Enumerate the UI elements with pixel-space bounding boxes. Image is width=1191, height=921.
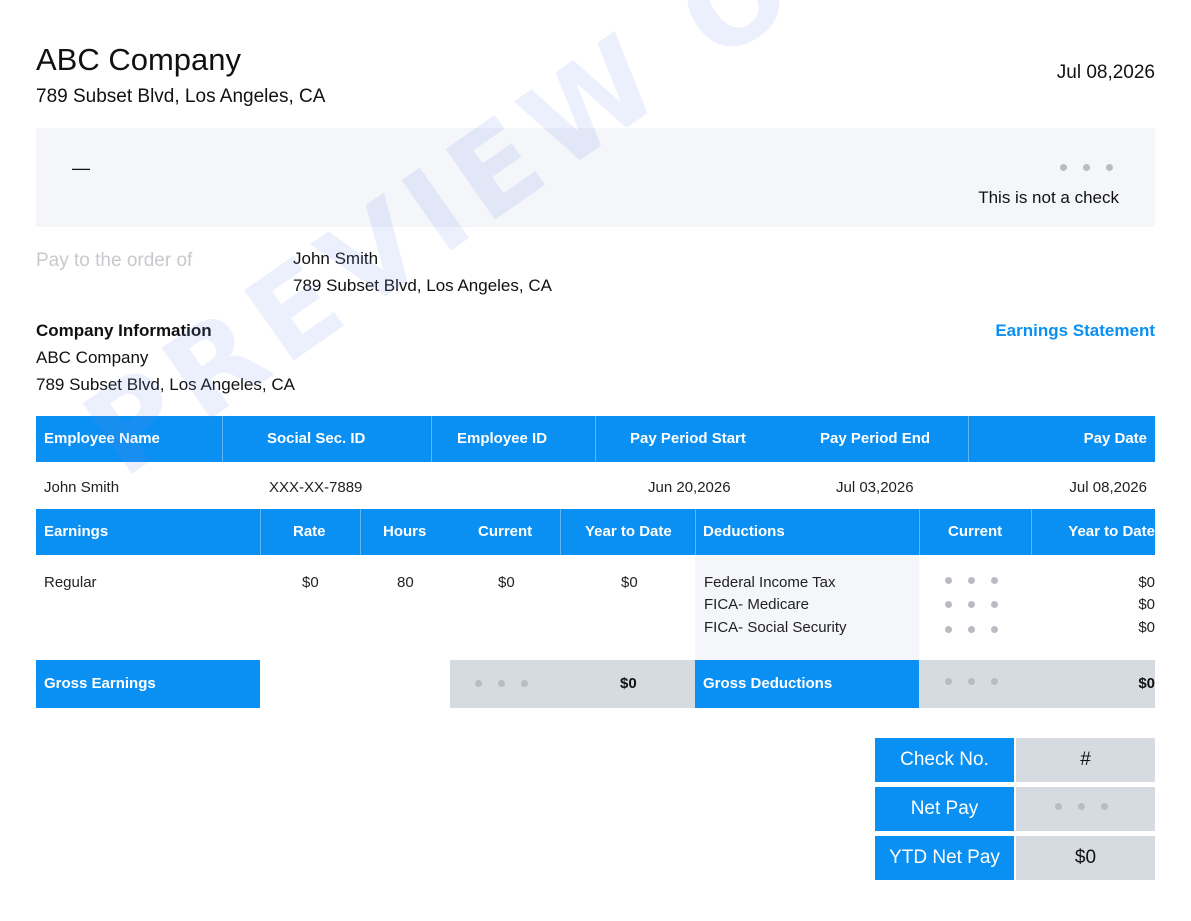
payee-name: John Smith: [293, 249, 379, 268]
check-dash: —: [72, 158, 90, 178]
gross-earnings-label: Gross Earnings: [44, 675, 156, 692]
header-employee-id: Employee ID: [457, 430, 548, 447]
cell-social-sec-id: XXX-XX-7889: [269, 479, 363, 496]
gross-earnings-label-cell: Gross Earnings: [36, 660, 260, 708]
earning-row-name: Regular: [44, 574, 97, 591]
deduction-current-masked: [945, 577, 998, 584]
header-pay-date: Pay Date: [1083, 430, 1147, 447]
header-deductions: Deductions: [703, 523, 785, 540]
net-pay-label: Net Pay: [910, 798, 979, 819]
gross-earnings-ytd: $0: [620, 675, 637, 692]
header-deductions-current: Current: [948, 523, 1003, 540]
net-pay-masked: [1055, 803, 1108, 810]
cell-employee-name: John Smith: [44, 479, 120, 496]
ytd-net-pay-value: $0: [1074, 847, 1097, 868]
deduction-current-masked: [945, 626, 998, 633]
company-info-heading: Company Information: [36, 321, 212, 340]
gross-deductions-current-masked: [945, 678, 998, 685]
earnings-statement-title: Earnings Statement: [995, 321, 1155, 340]
not-a-check-notice: This is not a check: [978, 188, 1119, 207]
deduction-row-ytd: $0: [1138, 619, 1155, 636]
check-band: — This is not a check: [36, 128, 1155, 227]
header-pay-period-start: Pay Period Start: [630, 430, 746, 447]
header-rate: Rate: [293, 523, 326, 540]
gross-earnings-ytd-cell: $0: [562, 660, 695, 708]
header-deductions-ytd: Year to Date: [1068, 523, 1155, 540]
check-no-label: Check No.: [900, 749, 989, 770]
check-amount-masked: [1060, 164, 1113, 171]
company-info-name: ABC Company: [36, 348, 149, 367]
earnings-deductions-header: Earnings Rate Hours Current Year to Date…: [36, 509, 1155, 555]
cell-pay-date: Jul 08,2026: [1069, 479, 1147, 496]
check-no-value: #: [1080, 749, 1091, 770]
deduction-row-name: FICA- Social Security: [704, 619, 847, 636]
net-pay-label-cell: Net Pay: [875, 787, 1014, 831]
earning-row-hours: 80: [397, 574, 414, 591]
company-info-address: 789 Subset Blvd, Los Angeles, CA: [36, 375, 295, 394]
company-address: 789 Subset Blvd, Los Angeles, CA: [36, 86, 326, 107]
earning-row-rate: $0: [302, 574, 319, 591]
statement-date: Jul 08,2026: [1056, 62, 1155, 83]
ytd-net-pay-label: YTD Net Pay: [889, 847, 1000, 868]
gross-deductions-ytd: $0: [1138, 675, 1155, 692]
cell-pay-period-start: Jun 20,2026: [648, 479, 731, 496]
gross-deductions-label: Gross Deductions: [703, 675, 833, 692]
deduction-row-ytd: $0: [1138, 596, 1155, 613]
pay-to-label: Pay to the order of: [36, 250, 193, 271]
ytd-net-pay-label-cell: YTD Net Pay: [875, 836, 1014, 880]
deduction-row-ytd: $0: [1138, 574, 1155, 591]
company-name: ABC Company: [36, 42, 242, 77]
gross-earnings-current-cell: [450, 660, 562, 708]
deduction-row-name: Federal Income Tax: [704, 574, 836, 591]
employee-table-row: John Smith XXX-XX-7889 Jun 20,2026 Jul 0…: [36, 462, 1155, 509]
gross-deductions-ytd-cell: $0: [1031, 660, 1155, 708]
header-earnings-current: Current: [478, 523, 533, 540]
payee-address: 789 Subset Blvd, Los Angeles, CA: [293, 276, 552, 295]
check-no-label-cell: Check No.: [875, 738, 1014, 782]
net-pay-value-cell: [1016, 787, 1155, 831]
gross-earnings-current-masked: [475, 680, 528, 687]
earning-row-ytd: $0: [621, 574, 638, 591]
cell-pay-period-end: Jul 03,2026: [836, 479, 914, 496]
ytd-net-pay-value-cell: $0: [1016, 836, 1155, 880]
header-earnings-ytd: Year to Date: [585, 523, 672, 540]
earning-row-current: $0: [498, 574, 515, 591]
gross-deductions-label-cell: Gross Deductions: [695, 660, 919, 708]
employee-table-header: Employee Name Social Sec. ID Employee ID…: [36, 416, 1155, 462]
check-no-value-cell: #: [1016, 738, 1155, 782]
deduction-current-masked: [945, 601, 998, 608]
gross-deductions-current-cell: [919, 660, 1031, 708]
header-hours: Hours: [383, 523, 427, 540]
header-social-sec-id: Social Sec. ID: [267, 430, 366, 447]
header-employee-name: Employee Name: [44, 430, 160, 447]
header-pay-period-end: Pay Period End: [820, 430, 931, 447]
header-earnings: Earnings: [44, 523, 109, 540]
deduction-row-name: FICA- Medicare: [704, 596, 810, 613]
